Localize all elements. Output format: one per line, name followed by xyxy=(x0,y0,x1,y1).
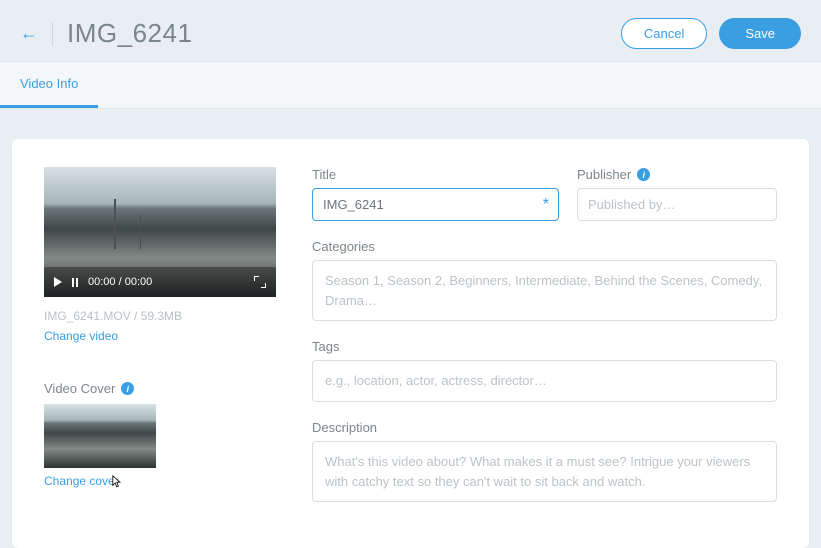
publisher-label-text: Publisher xyxy=(577,167,631,182)
required-star-icon: * xyxy=(543,196,549,214)
title-input[interactable] xyxy=(312,188,559,221)
video-time: 00:00 / 00:00 xyxy=(88,276,152,288)
page-title: IMG_6241 xyxy=(67,18,192,49)
title-input-wrap: * xyxy=(312,188,559,221)
video-cover-label-text: Video Cover xyxy=(44,381,115,396)
header-divider xyxy=(52,22,53,46)
page-header: ← IMG_6241 Cancel Save xyxy=(0,0,821,61)
tabs-bar: Video Info xyxy=(0,61,821,109)
tab-video-info[interactable]: Video Info xyxy=(0,62,98,108)
video-cover-label: Video Cover i xyxy=(44,381,276,396)
group-categories: Categories Season 1, Season 2, Beginners… xyxy=(312,239,777,321)
change-cover-link[interactable]: Change cover xyxy=(44,474,119,488)
right-column: Title * Publisher i Categories Season 1,… xyxy=(312,167,777,520)
description-label: Description xyxy=(312,420,777,435)
fullscreen-icon[interactable] xyxy=(254,276,266,288)
video-preview[interactable]: 00:00 / 00:00 xyxy=(44,167,276,297)
row-title-publisher: Title * Publisher i xyxy=(312,167,777,239)
publisher-label: Publisher i xyxy=(577,167,777,182)
cover-thumbnail[interactable] xyxy=(44,404,156,468)
header-left: ← IMG_6241 xyxy=(20,18,192,49)
change-video-link[interactable]: Change video xyxy=(44,329,118,343)
info-icon[interactable]: i xyxy=(637,168,650,181)
categories-input[interactable]: Season 1, Season 2, Beginners, Intermedi… xyxy=(312,260,777,321)
controls-left: 00:00 / 00:00 xyxy=(54,276,152,288)
file-info-text: IMG_6241.MOV / 59.3MB xyxy=(44,309,276,323)
group-tags: Tags e.g., location, actor, actress, dir… xyxy=(312,339,777,402)
info-icon[interactable]: i xyxy=(121,382,134,395)
back-arrow-icon[interactable]: ← xyxy=(20,23,38,44)
categories-label: Categories xyxy=(312,239,777,254)
preview-art xyxy=(114,199,116,249)
title-label: Title xyxy=(312,167,559,182)
group-publisher: Publisher i xyxy=(577,167,777,221)
group-title: Title * xyxy=(312,167,559,221)
preview-art xyxy=(140,215,141,249)
video-controls: 00:00 / 00:00 xyxy=(44,267,276,297)
play-icon[interactable] xyxy=(54,277,62,287)
left-column: 00:00 / 00:00 IMG_6241.MOV / 59.3MB Chan… xyxy=(44,167,276,520)
header-actions: Cancel Save xyxy=(621,18,801,49)
tags-input[interactable]: e.g., location, actor, actress, director… xyxy=(312,360,777,402)
content-card: 00:00 / 00:00 IMG_6241.MOV / 59.3MB Chan… xyxy=(12,139,809,548)
save-button[interactable]: Save xyxy=(719,18,801,49)
description-input[interactable]: What's this video about? What makes it a… xyxy=(312,441,777,502)
publisher-input[interactable] xyxy=(577,188,777,221)
pause-icon[interactable] xyxy=(72,278,78,287)
cancel-button[interactable]: Cancel xyxy=(621,18,707,49)
tags-label: Tags xyxy=(312,339,777,354)
group-description: Description What's this video about? Wha… xyxy=(312,420,777,502)
